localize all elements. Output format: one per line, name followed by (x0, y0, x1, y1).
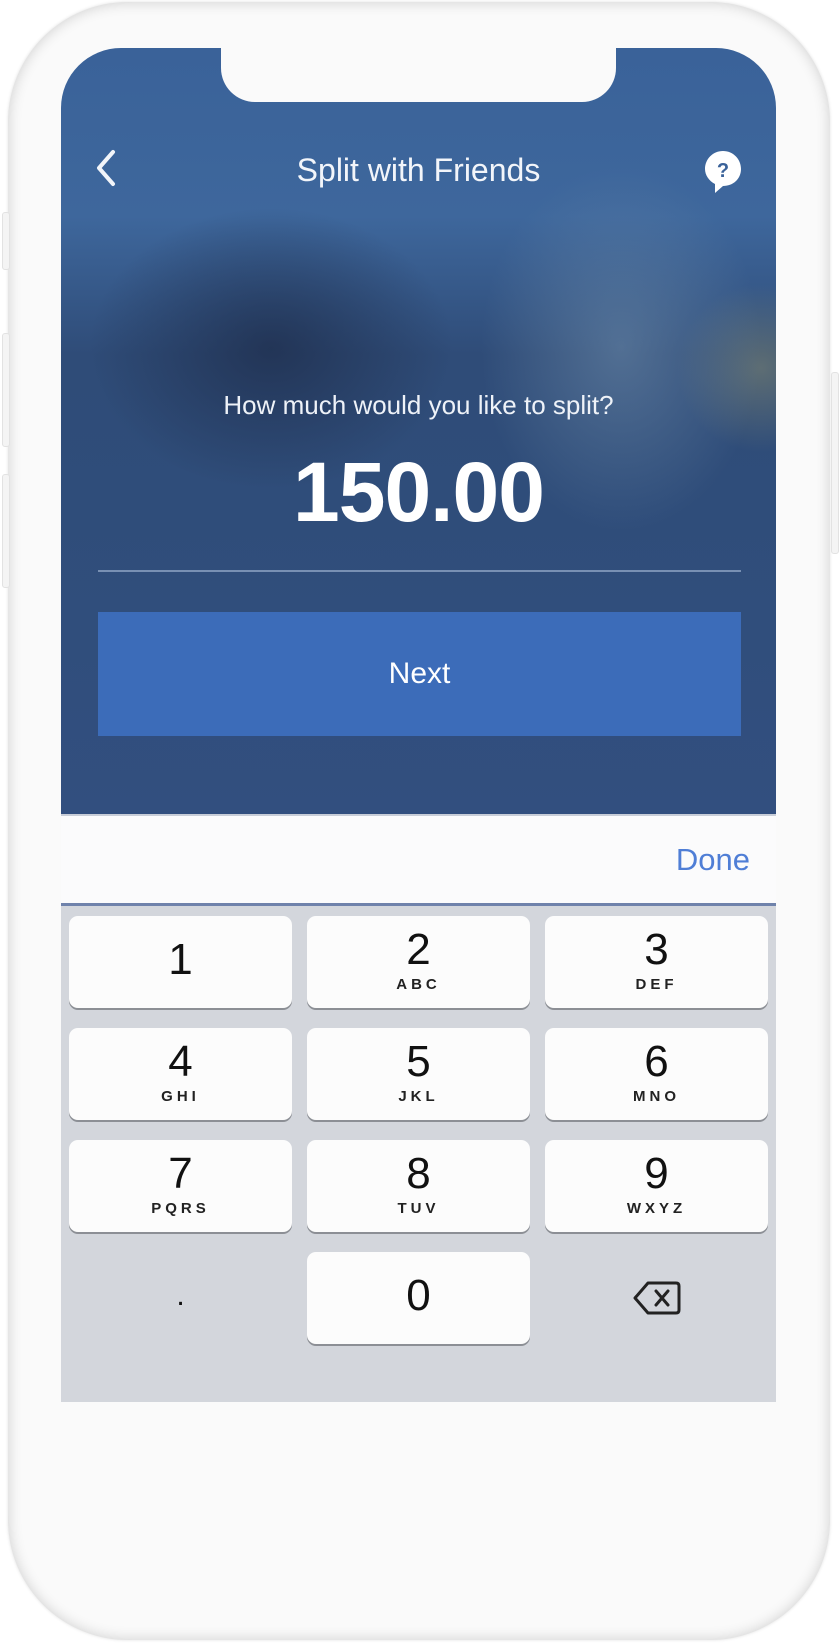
key-letters: PQRS (151, 1200, 210, 1217)
key-letters: WXYZ (626, 1200, 687, 1217)
split-prompt: How much would you like to split? (223, 390, 614, 420)
key-digit: 6 (644, 1037, 669, 1086)
side-button-mute (2, 212, 10, 270)
key-decimal[interactable]: . (69, 1252, 292, 1344)
page-title: Split with Friends (296, 152, 541, 188)
key-0[interactable]: 0 (307, 1252, 530, 1344)
key-digit: 4 (168, 1037, 193, 1086)
amount-input[interactable]: 150.00 (61, 444, 776, 541)
done-button[interactable]: Done (676, 842, 750, 878)
next-button[interactable]: Next (98, 612, 741, 736)
key-letters: ABC (396, 976, 441, 993)
header-background: Split with Friends ? How much would you … (61, 48, 776, 814)
key-digit: 2 (406, 925, 431, 974)
key-digit: 0 (406, 1271, 431, 1320)
key-digit: 3 (644, 925, 669, 974)
key-letters: DEF (635, 976, 678, 993)
question-bubble-icon: ? (705, 151, 741, 193)
key-letters: MNO (633, 1088, 680, 1105)
key-4[interactable]: 4 GHI (69, 1028, 292, 1120)
side-button-power (831, 372, 839, 554)
key-2[interactable]: 2 ABC (307, 916, 530, 1008)
key-8[interactable]: 8 TUV (307, 1140, 530, 1232)
side-button-volume-up (2, 333, 10, 447)
numeric-keypad: 1 2 ABC 3 DEF 4 GHI 5 JKL 6 MNO 7 PQRS 8… (61, 906, 776, 1402)
key-9[interactable]: 9 WXYZ (545, 1140, 768, 1232)
key-1[interactable]: 1 (69, 916, 292, 1008)
key-7[interactable]: 7 PQRS (69, 1140, 292, 1232)
notch (221, 48, 616, 102)
key-letters: TUV (397, 1200, 440, 1217)
key-6[interactable]: 6 MNO (545, 1028, 768, 1120)
keyboard-accessory-bar: Done (61, 814, 776, 903)
svg-text:?: ? (717, 160, 729, 182)
key-digit: 9 (644, 1149, 669, 1198)
key-3[interactable]: 3 DEF (545, 916, 768, 1008)
key-digit: 1 (168, 935, 193, 984)
key-digit: . (176, 1279, 185, 1312)
key-delete[interactable] (545, 1252, 768, 1344)
backspace-icon (633, 1281, 680, 1315)
side-button-volume-down (2, 474, 10, 588)
key-letters: GHI (161, 1088, 200, 1105)
key-digit: 7 (168, 1149, 193, 1198)
amount-underline (98, 570, 741, 572)
key-5[interactable]: 5 JKL (307, 1028, 530, 1120)
key-digit: 8 (406, 1149, 431, 1198)
screen: Split with Friends ? How much would you … (61, 48, 776, 1402)
key-digit: 5 (406, 1037, 431, 1086)
help-button[interactable]: ? (701, 148, 745, 196)
key-letters: JKL (398, 1088, 439, 1105)
